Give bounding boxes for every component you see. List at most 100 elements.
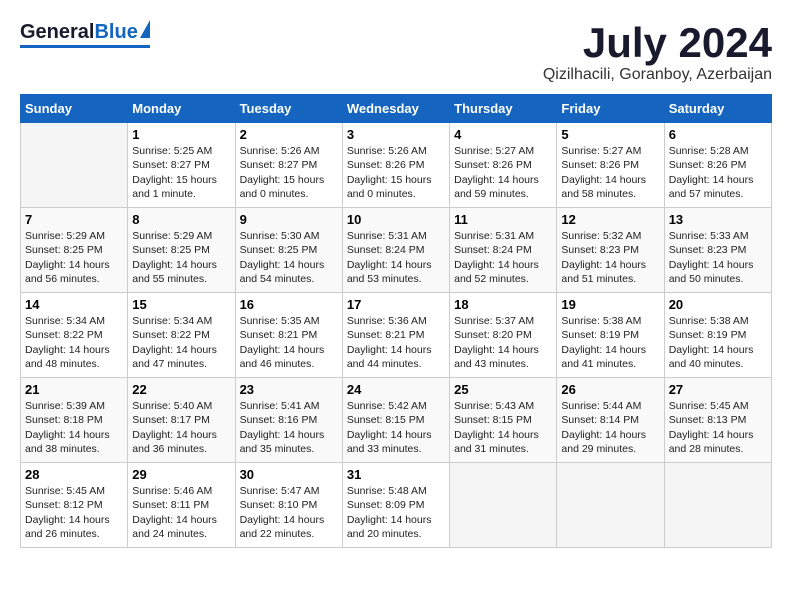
calendar-cell: 19 Sunrise: 5:38 AM Sunset: 8:19 PM Dayli… (557, 293, 664, 378)
day-number: 27 (669, 382, 767, 397)
calendar-header-row: SundayMondayTuesdayWednesdayThursdayFrid… (21, 95, 772, 123)
calendar-table: SundayMondayTuesdayWednesdayThursdayFrid… (20, 94, 772, 548)
month-title: July 2024 (543, 20, 772, 66)
calendar-cell: 17 Sunrise: 5:36 AM Sunset: 8:21 PM Dayli… (342, 293, 449, 378)
day-info: Sunrise: 5:31 AM Sunset: 8:24 PM Dayligh… (454, 229, 552, 286)
day-number: 31 (347, 467, 445, 482)
header-sunday: Sunday (21, 95, 128, 123)
title-block: July 2024 Qizilhacili, Goranboy, Azerbai… (543, 20, 772, 84)
day-info: Sunrise: 5:34 AM Sunset: 8:22 PM Dayligh… (25, 314, 123, 371)
day-number: 7 (25, 212, 123, 227)
calendar-cell: 16 Sunrise: 5:35 AM Sunset: 8:21 PM Dayli… (235, 293, 342, 378)
calendar-week-row: 7 Sunrise: 5:29 AM Sunset: 8:25 PM Daylig… (21, 208, 772, 293)
header-thursday: Thursday (450, 95, 557, 123)
day-number: 20 (669, 297, 767, 312)
day-number: 12 (561, 212, 659, 227)
calendar-cell: 20 Sunrise: 5:38 AM Sunset: 8:19 PM Dayli… (664, 293, 771, 378)
logo-triangle-icon (140, 20, 150, 38)
day-number: 14 (25, 297, 123, 312)
day-info: Sunrise: 5:47 AM Sunset: 8:10 PM Dayligh… (240, 484, 338, 541)
logo-underline (20, 45, 150, 48)
day-info: Sunrise: 5:30 AM Sunset: 8:25 PM Dayligh… (240, 229, 338, 286)
calendar-cell: 15Sunrise: 5:34 AM Sunset: 8:22 PM Dayli… (128, 293, 235, 378)
day-info: Sunrise: 5:38 AM Sunset: 8:19 PM Dayligh… (561, 314, 659, 371)
day-number: 23 (240, 382, 338, 397)
day-number: 29 (132, 467, 230, 482)
day-number: 8 (132, 212, 230, 227)
day-number: 3 (347, 127, 445, 142)
calendar-cell (450, 463, 557, 548)
day-info: Sunrise: 5:48 AM Sunset: 8:09 PM Dayligh… (347, 484, 445, 541)
location-text: Qizilhacili, Goranboy, Azerbaijan (543, 66, 772, 84)
calendar-cell: 22Sunrise: 5:40 AM Sunset: 8:17 PM Dayli… (128, 378, 235, 463)
calendar-cell: 26 Sunrise: 5:44 AM Sunset: 8:14 PM Dayli… (557, 378, 664, 463)
day-info: Sunrise: 5:29 AM Sunset: 8:25 PM Dayligh… (132, 229, 230, 286)
day-info: Sunrise: 5:44 AM Sunset: 8:14 PM Dayligh… (561, 399, 659, 456)
calendar-cell: 29Sunrise: 5:46 AM Sunset: 8:11 PM Dayli… (128, 463, 235, 548)
calendar-cell: 10 Sunrise: 5:31 AM Sunset: 8:24 PM Dayli… (342, 208, 449, 293)
day-info: Sunrise: 5:31 AM Sunset: 8:24 PM Dayligh… (347, 229, 445, 286)
calendar-cell: 12 Sunrise: 5:32 AM Sunset: 8:23 PM Dayli… (557, 208, 664, 293)
day-number: 24 (347, 382, 445, 397)
calendar-cell: 23Sunrise: 5:41 AM Sunset: 8:16 PM Dayli… (235, 378, 342, 463)
logo-block: GeneralBlue (20, 20, 150, 48)
day-number: 16 (240, 297, 338, 312)
day-info: Sunrise: 5:36 AM Sunset: 8:21 PM Dayligh… (347, 314, 445, 371)
header-friday: Friday (557, 95, 664, 123)
calendar-cell (664, 463, 771, 548)
calendar-cell: 8 Sunrise: 5:29 AM Sunset: 8:25 PM Daylig… (128, 208, 235, 293)
calendar-cell: 18 Sunrise: 5:37 AM Sunset: 8:20 PM Dayli… (450, 293, 557, 378)
calendar-cell (557, 463, 664, 548)
calendar-cell: 9 Sunrise: 5:30 AM Sunset: 8:25 PM Daylig… (235, 208, 342, 293)
day-number: 30 (240, 467, 338, 482)
calendar-cell: 28 Sunrise: 5:45 AM Sunset: 8:12 PM Dayli… (21, 463, 128, 548)
day-number: 10 (347, 212, 445, 227)
day-info: Sunrise: 5:28 AM Sunset: 8:26 PM Dayligh… (669, 144, 767, 201)
calendar-cell: 3 Sunrise: 5:26 AM Sunset: 8:26 PM Daylig… (342, 123, 449, 208)
day-number: 19 (561, 297, 659, 312)
calendar-cell: 21Sunrise: 5:39 AM Sunset: 8:18 PM Dayli… (21, 378, 128, 463)
calendar-cell: 5 Sunrise: 5:27 AM Sunset: 8:26 PM Daylig… (557, 123, 664, 208)
calendar-cell (21, 123, 128, 208)
day-info: Sunrise: 5:45 AM Sunset: 8:12 PM Dayligh… (25, 484, 123, 541)
day-info: Sunrise: 5:43 AM Sunset: 8:15 PM Dayligh… (454, 399, 552, 456)
day-info: Sunrise: 5:33 AM Sunset: 8:23 PM Dayligh… (669, 229, 767, 286)
logo: GeneralBlue (20, 20, 150, 48)
calendar-cell: 14 Sunrise: 5:34 AM Sunset: 8:22 PM Dayli… (21, 293, 128, 378)
calendar-week-row: 28 Sunrise: 5:45 AM Sunset: 8:12 PM Dayli… (21, 463, 772, 548)
logo-blue-text: Blue (94, 21, 137, 44)
day-info: Sunrise: 5:27 AM Sunset: 8:26 PM Dayligh… (561, 144, 659, 201)
header-tuesday: Tuesday (235, 95, 342, 123)
day-number: 5 (561, 127, 659, 142)
day-number: 28 (25, 467, 123, 482)
day-info: Sunrise: 5:37 AM Sunset: 8:20 PM Dayligh… (454, 314, 552, 371)
day-info: Sunrise: 5:26 AM Sunset: 8:26 PM Dayligh… (347, 144, 445, 201)
calendar-cell: 4Sunrise: 5:27 AM Sunset: 8:26 PM Daylig… (450, 123, 557, 208)
day-number: 25 (454, 382, 552, 397)
page-header: GeneralBlue July 2024 Qizilhacili, Goran… (20, 20, 772, 84)
calendar-cell: 13Sunrise: 5:33 AM Sunset: 8:23 PM Dayli… (664, 208, 771, 293)
day-number: 18 (454, 297, 552, 312)
header-saturday: Saturday (664, 95, 771, 123)
day-info: Sunrise: 5:34 AM Sunset: 8:22 PM Dayligh… (132, 314, 230, 371)
day-info: Sunrise: 5:32 AM Sunset: 8:23 PM Dayligh… (561, 229, 659, 286)
day-number: 2 (240, 127, 338, 142)
calendar-week-row: 21Sunrise: 5:39 AM Sunset: 8:18 PM Dayli… (21, 378, 772, 463)
day-number: 26 (561, 382, 659, 397)
calendar-cell: 6Sunrise: 5:28 AM Sunset: 8:26 PM Daylig… (664, 123, 771, 208)
calendar-cell: 1Sunrise: 5:25 AM Sunset: 8:27 PM Daylig… (128, 123, 235, 208)
day-number: 17 (347, 297, 445, 312)
day-info: Sunrise: 5:26 AM Sunset: 8:27 PM Dayligh… (240, 144, 338, 201)
calendar-cell: 2 Sunrise: 5:26 AM Sunset: 8:27 PM Daylig… (235, 123, 342, 208)
calendar-cell: 30 Sunrise: 5:47 AM Sunset: 8:10 PM Dayli… (235, 463, 342, 548)
day-info: Sunrise: 5:38 AM Sunset: 8:19 PM Dayligh… (669, 314, 767, 371)
day-number: 9 (240, 212, 338, 227)
header-monday: Monday (128, 95, 235, 123)
day-info: Sunrise: 5:42 AM Sunset: 8:15 PM Dayligh… (347, 399, 445, 456)
calendar-week-row: 14 Sunrise: 5:34 AM Sunset: 8:22 PM Dayli… (21, 293, 772, 378)
day-info: Sunrise: 5:35 AM Sunset: 8:21 PM Dayligh… (240, 314, 338, 371)
day-number: 11 (454, 212, 552, 227)
logo-general-text: General (20, 21, 94, 44)
day-number: 22 (132, 382, 230, 397)
day-number: 4 (454, 127, 552, 142)
